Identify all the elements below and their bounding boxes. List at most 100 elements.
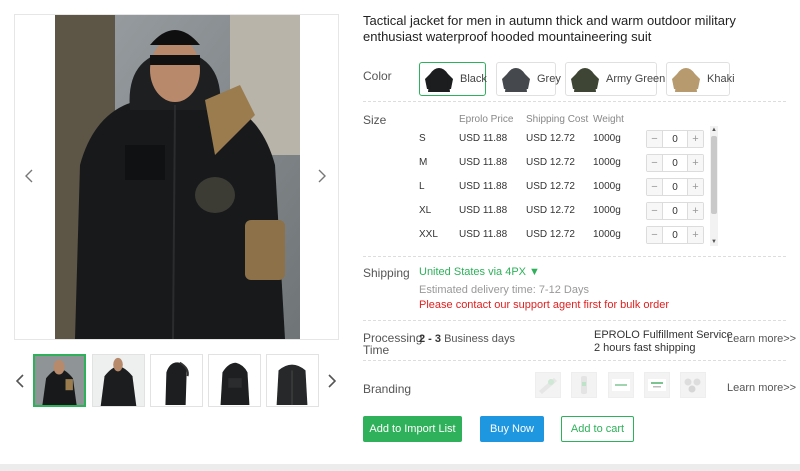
buy-now-button[interactable]: Buy Now <box>480 416 544 442</box>
branding-card-thumb[interactable] <box>608 372 634 398</box>
minus-button[interactable]: − <box>647 155 663 171</box>
minus-button[interactable]: − <box>647 227 663 243</box>
plus-button[interactable]: + <box>687 131 703 147</box>
color-option-khaki[interactable]: Khaki <box>666 62 735 96</box>
processing-days: 2 - 3 Business days <box>419 333 515 345</box>
jacket-photo <box>55 15 300 339</box>
quantity-input[interactable] <box>663 227 687 243</box>
add-to-cart-button[interactable]: Add to cart <box>561 416 634 442</box>
color-label: Color <box>363 69 392 83</box>
plus-button[interactable]: + <box>687 179 703 195</box>
col-header-shipping: Shipping Cost <box>526 114 589 125</box>
processing-days-unit: Business days <box>441 333 515 345</box>
service-line2: 2 hours fast shipping <box>594 342 696 354</box>
bulk-order-warning: Please contact our support agent first f… <box>419 299 670 311</box>
size-name: XXL <box>419 229 438 240</box>
size-weight: 1000g <box>593 205 621 216</box>
size-name: M <box>419 157 428 168</box>
fulfillment-service: EPROLO Fulfillment Service 2 hours fast … <box>594 329 733 355</box>
branding-card-green-thumb[interactable] <box>644 372 670 398</box>
branding-learn-more-link[interactable]: Learn more>> <box>727 382 796 394</box>
size-shipping: USD 12.72 <box>526 205 575 216</box>
color-option-grey[interactable]: Grey <box>496 62 561 96</box>
color-swatch-army-green <box>570 65 600 93</box>
gallery-next-arrow[interactable] <box>313 165 331 187</box>
col-header-weight: Weight <box>593 114 624 125</box>
service-line1: EPROLO Fulfillment Service <box>594 329 733 341</box>
quantity-stepper: − + <box>646 130 704 148</box>
branding-label: Branding <box>363 382 412 396</box>
color-swatch-black <box>424 65 454 93</box>
size-shipping: USD 12.72 <box>526 157 575 168</box>
quantity-input[interactable] <box>663 203 687 219</box>
color-label-khaki: Khaki <box>707 73 735 85</box>
branding-sticker-thumb[interactable] <box>535 372 561 398</box>
size-weight: 1000g <box>593 181 621 192</box>
shipping-method-dropdown[interactable]: United States via 4PX ▼ <box>419 266 540 278</box>
product-page: Tactical jacket for men in autumn thick … <box>0 0 800 464</box>
color-swatch-khaki <box>671 65 701 93</box>
scroll-down-icon[interactable]: ▼ <box>710 238 718 246</box>
page-footer-strip <box>0 464 800 471</box>
thumbnail-4[interactable] <box>208 354 261 407</box>
divider <box>363 320 786 321</box>
processing-learn-more-link[interactable]: Learn more>> <box>727 333 796 345</box>
minus-button[interactable]: − <box>647 203 663 219</box>
scroll-up-icon[interactable]: ▲ <box>710 126 718 134</box>
divider <box>363 256 786 257</box>
plus-button[interactable]: + <box>687 227 703 243</box>
shipping-label: Shipping <box>363 266 410 280</box>
size-weight: 1000g <box>593 229 621 240</box>
quantity-input[interactable] <box>663 155 687 171</box>
quantity-stepper: − + <box>646 202 704 220</box>
size-shipping: USD 12.72 <box>526 229 575 240</box>
size-price: USD 11.88 <box>459 205 508 216</box>
divider <box>363 101 786 102</box>
add-to-import-list-button[interactable]: Add to Import List <box>363 416 462 442</box>
gallery-prev-arrow[interactable] <box>20 165 38 187</box>
processing-days-range: 2 - 3 <box>419 333 442 345</box>
size-weight: 1000g <box>593 157 621 168</box>
size-name: L <box>419 181 425 192</box>
minus-button[interactable]: − <box>647 179 663 195</box>
delivery-estimate: Estimated delivery time: 7-12 Days <box>419 284 589 296</box>
thumbnail-3[interactable] <box>150 354 203 407</box>
quantity-stepper: − + <box>646 226 704 244</box>
quantity-input[interactable] <box>663 179 687 195</box>
size-table-scrollbar[interactable]: ▲ ▼ <box>710 126 718 246</box>
scrollbar-thumb[interactable] <box>711 136 717 214</box>
thumbnail-strip <box>33 354 323 408</box>
size-shipping: USD 12.72 <box>526 181 575 192</box>
product-title: Tactical jacket for men in autumn thick … <box>363 13 736 44</box>
size-name: XL <box>419 205 432 216</box>
thumbnail-5[interactable] <box>266 354 319 407</box>
main-product-image <box>14 14 339 340</box>
divider <box>363 360 786 361</box>
thumbs-prev-arrow[interactable] <box>11 370 29 392</box>
quantity-stepper: − + <box>646 178 704 196</box>
size-price: USD 11.88 <box>459 133 508 144</box>
color-label-grey: Grey <box>537 73 561 85</box>
thumbnail-1[interactable] <box>33 354 86 407</box>
color-label-black: Black <box>460 73 487 85</box>
quantity-input[interactable] <box>663 131 687 147</box>
color-label-army-green: Army Green <box>606 73 666 85</box>
color-option-army-green[interactable]: Army Green <box>565 62 665 96</box>
branding-badges-thumb[interactable] <box>680 372 706 398</box>
branding-bottle-thumb[interactable] <box>571 372 597 398</box>
minus-button[interactable]: − <box>647 131 663 147</box>
col-header-price: Eprolo Price <box>459 114 514 125</box>
color-option-black[interactable]: Black <box>419 62 487 96</box>
size-price: USD 11.88 <box>459 181 508 192</box>
size-price: USD 11.88 <box>459 229 508 240</box>
processing-label-line2: Time <box>363 343 390 357</box>
thumbnail-2[interactable] <box>92 354 145 407</box>
thumbs-next-arrow[interactable] <box>323 370 341 392</box>
size-shipping: USD 12.72 <box>526 133 575 144</box>
size-name: S <box>419 133 426 144</box>
plus-button[interactable]: + <box>687 155 703 171</box>
size-weight: 1000g <box>593 133 621 144</box>
size-label: Size <box>363 113 387 127</box>
plus-button[interactable]: + <box>687 203 703 219</box>
quantity-stepper: − + <box>646 154 704 172</box>
